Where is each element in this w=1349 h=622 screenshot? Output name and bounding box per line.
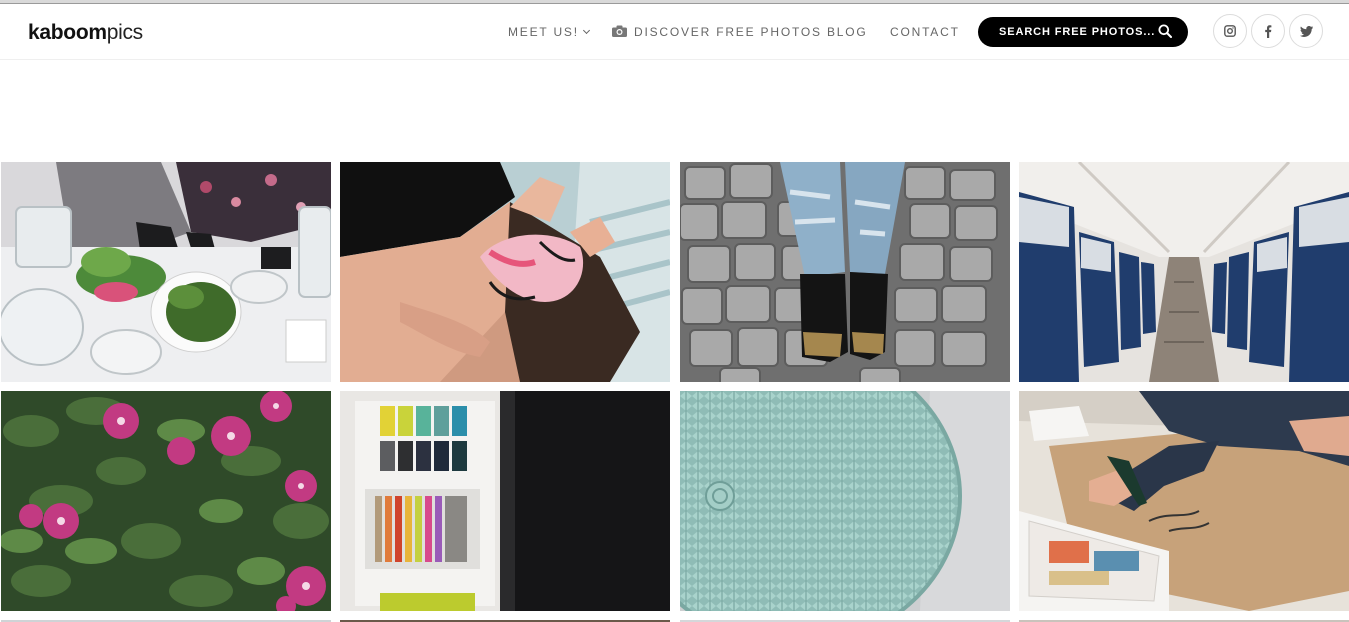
instagram-icon bbox=[1224, 25, 1236, 37]
photo-clematis-flowers[interactable] bbox=[1, 391, 331, 611]
facebook-button[interactable] bbox=[1251, 14, 1285, 48]
photo-crochet-pouf[interactable] bbox=[680, 391, 1010, 611]
camera-icon bbox=[612, 25, 627, 37]
photo-drawing-paper[interactable] bbox=[1019, 391, 1349, 611]
nav-blog[interactable]: BLOG bbox=[827, 25, 868, 39]
search-button-label: SEARCH FREE PHOTOS... bbox=[999, 26, 1156, 38]
photo-cobblestone-shoes[interactable] bbox=[680, 162, 1010, 382]
nav-discover-label: DISCOVER FREE PHOTOS bbox=[634, 25, 822, 39]
twitter-button[interactable] bbox=[1289, 14, 1323, 48]
site-logo[interactable]: kaboompics bbox=[28, 21, 143, 45]
search-button[interactable]: SEARCH FREE PHOTOS... bbox=[978, 17, 1188, 47]
logo-bold-text: kaboom bbox=[28, 21, 107, 44]
facebook-icon bbox=[1265, 24, 1272, 38]
twitter-icon bbox=[1299, 25, 1313, 37]
search-icon bbox=[1158, 24, 1172, 38]
nav-meet-us[interactable]: MEET US! bbox=[508, 25, 590, 39]
chevron-down-icon bbox=[582, 26, 590, 35]
nav-discover-photos[interactable]: DISCOVER FREE PHOTOS bbox=[612, 25, 822, 39]
photo-fabric-swatches[interactable] bbox=[340, 391, 670, 611]
photo-airplane-aisle[interactable] bbox=[1019, 162, 1349, 382]
photo-terrarium-workshop[interactable] bbox=[1, 162, 331, 382]
photo-sleep-mask[interactable] bbox=[340, 162, 670, 382]
nav-meet-us-label: MEET US! bbox=[508, 25, 579, 39]
nav-contact[interactable]: CONTACT bbox=[890, 25, 960, 39]
instagram-button[interactable] bbox=[1213, 14, 1247, 48]
site-header: kaboompics MEET US! DISCOVER FREE PHOTOS… bbox=[0, 4, 1349, 60]
logo-light-text: pics bbox=[106, 21, 143, 44]
